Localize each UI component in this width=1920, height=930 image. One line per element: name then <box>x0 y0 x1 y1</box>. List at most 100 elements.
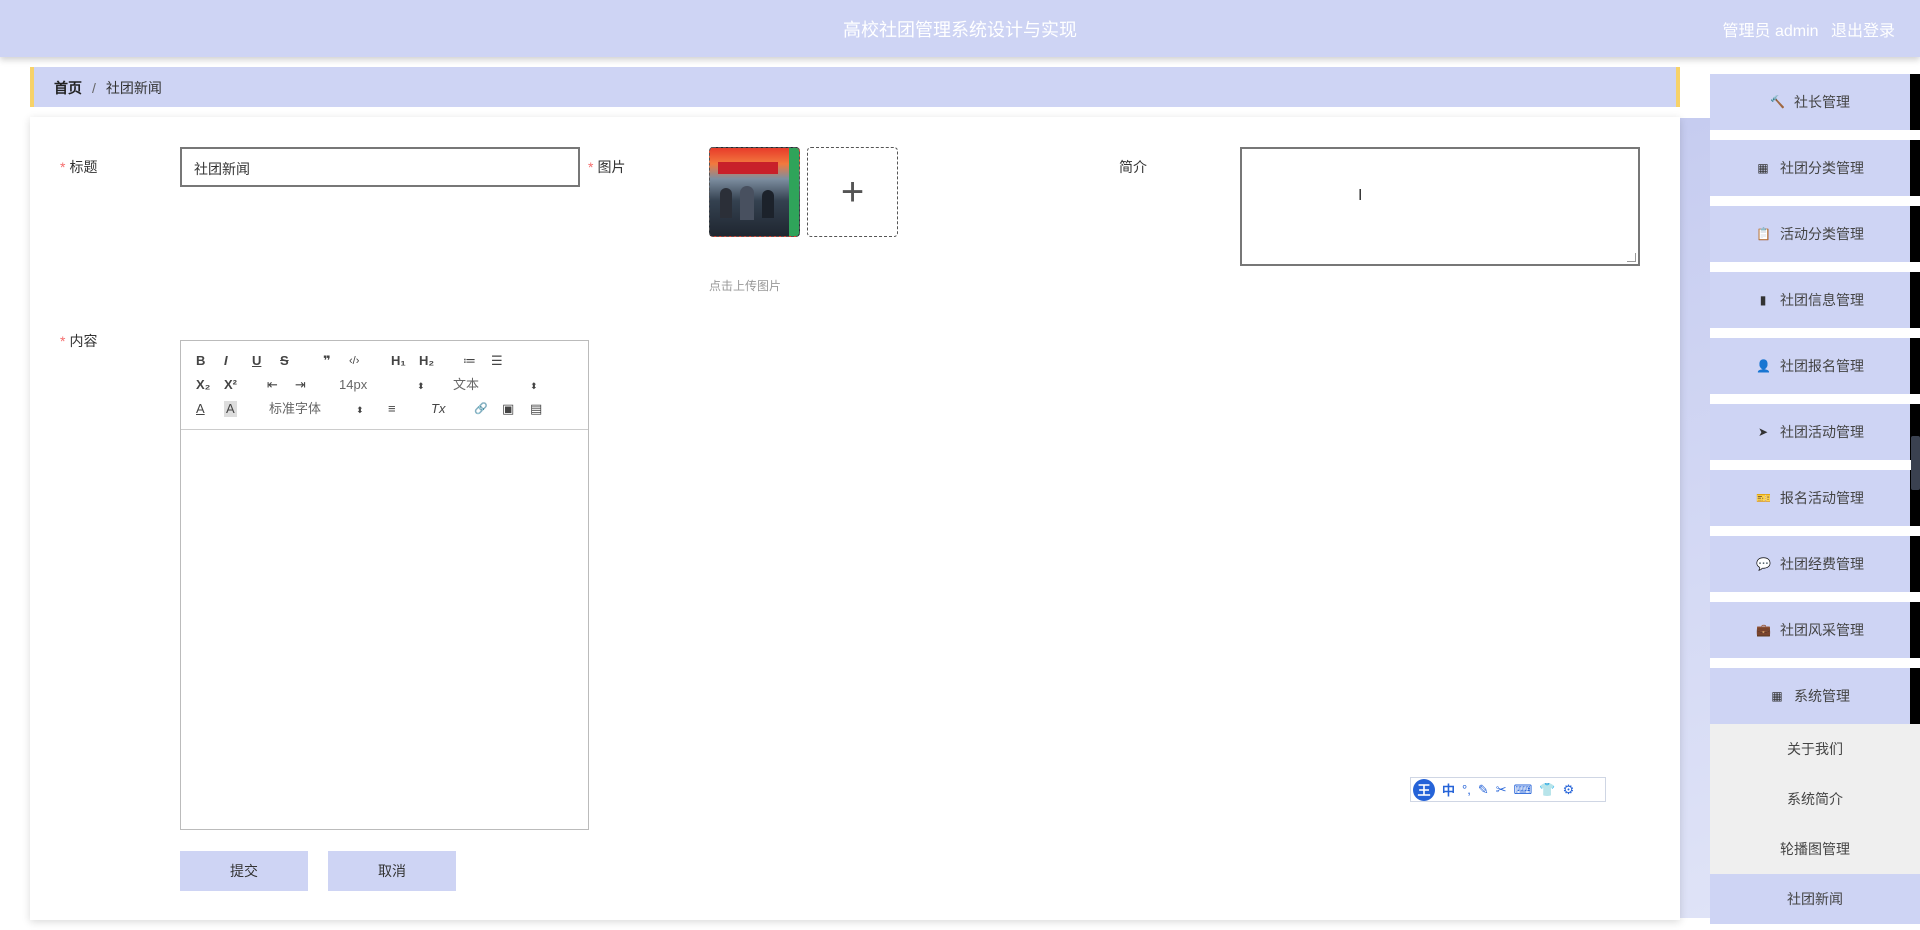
sidebar-item-label: 社团分类管理 <box>1780 160 1864 176</box>
comment-icon: 💬 <box>1756 557 1771 571</box>
sidebar-item-marker <box>1910 272 1920 328</box>
sidebar-item-label: 报名活动管理 <box>1780 490 1864 506</box>
content-label-text: 内容 <box>69 333 98 349</box>
photo-edge <box>789 148 799 236</box>
skin-icon[interactable]: 👕 <box>1539 782 1555 798</box>
text-cursor-icon: I <box>1358 187 1363 204</box>
top-header: 高校社团管理系统设计与实现 管理员 admin 退出登录 <box>0 0 1920 57</box>
briefcase-icon: 💼 <box>1756 623 1771 637</box>
sidebar-item-marker <box>1910 74 1920 130</box>
logout-link[interactable]: 退出登录 <box>1831 23 1895 40</box>
outdent-icon[interactable]: ⇤ <box>267 377 278 393</box>
required-mark: * <box>60 159 66 175</box>
sidebar-item-club-category[interactable]: ▦ 社团分类管理 <box>1710 140 1910 196</box>
editor-content-area[interactable] <box>181 430 588 828</box>
photo-person <box>720 188 732 218</box>
header1-icon[interactable]: H₁ <box>391 353 406 369</box>
sidebar-item-club-info[interactable]: ▮ 社团信息管理 <box>1710 272 1910 328</box>
blockquote-icon[interactable]: ❞ <box>323 353 331 369</box>
sidebar-item-activity-category[interactable]: 📋 活动分类管理 <box>1710 206 1910 262</box>
align-icon[interactable]: ≡ <box>388 401 396 417</box>
sidebar-item-president[interactable]: 🔨 社长管理 <box>1710 74 1910 130</box>
video-icon[interactable]: ▤ <box>530 401 542 417</box>
sidebar-item-label: 社团活动管理 <box>1780 424 1864 440</box>
header2-icon[interactable]: H₂ <box>419 353 434 369</box>
text-color-icon[interactable]: A <box>196 401 205 417</box>
required-mark: * <box>60 333 66 349</box>
uploaded-image-thumbnail[interactable] <box>709 147 800 237</box>
strike-icon[interactable]: S <box>280 353 289 369</box>
rich-text-editor: B I U S ❞ ‹/› H₁ H₂ ≔ ☰ X₂ X² ⇤ ⇥ 14px ⬍ … <box>180 340 589 830</box>
clear-format-icon[interactable]: Tx <box>431 401 445 417</box>
breadcrumb-current: 社团新闻 <box>105 80 162 96</box>
breadcrumb: 首页 / 社团新闻 <box>30 67 1680 107</box>
sidebar-item-club-funds[interactable]: 💬 社团经费管理 <box>1710 536 1910 592</box>
sidebar-item-club-signup[interactable]: 👤 社团报名管理 <box>1710 338 1910 394</box>
sidebar-item-system[interactable]: ▦ 系统管理 <box>1710 668 1910 724</box>
sidebar-item-label: 社长管理 <box>1794 94 1850 110</box>
upload-image-button[interactable]: + <box>807 147 898 237</box>
font-family-value: 标准字体 <box>269 401 322 416</box>
content-label: * 内容 <box>60 331 97 351</box>
resize-grip-icon[interactable] <box>1627 253 1636 262</box>
background-color-icon[interactable]: A <box>224 401 237 417</box>
keyboard-icon[interactable]: ⌨ <box>1514 782 1533 798</box>
scissors-icon[interactable]: ✂ <box>1496 782 1507 798</box>
gavel-icon: 🔨 <box>1770 95 1785 109</box>
scrollbar-handle[interactable] <box>1911 436 1920 490</box>
superscript-icon[interactable]: X² <box>224 377 237 393</box>
settings-icon[interactable]: ⚙ <box>1563 782 1575 798</box>
code-block-icon[interactable]: ‹/› <box>349 353 359 369</box>
font-size-select[interactable]: 14px ⬍ <box>339 377 425 393</box>
sidebar-item-label: 社团报名管理 <box>1780 358 1864 374</box>
image-icon[interactable]: ▣ <box>502 401 514 417</box>
intro-textarea[interactable]: I <box>1240 147 1640 266</box>
grid-icon: ▦ <box>1757 161 1769 175</box>
breadcrumb-home[interactable]: 首页 <box>54 80 82 96</box>
indent-icon[interactable]: ⇥ <box>295 377 306 393</box>
sidebar-item-marker <box>1910 668 1920 724</box>
sidebar-item-label: 活动分类管理 <box>1780 226 1864 242</box>
font-size-value: 14px <box>339 377 368 392</box>
ime-mode-icon[interactable]: 中 <box>1442 780 1455 799</box>
sidebar-subitem-news[interactable]: 社团新闻 <box>1710 874 1920 924</box>
punctuation-icon[interactable]: °, <box>1462 782 1471 797</box>
sidebar-item-club-activity[interactable]: ➤ 社团活动管理 <box>1710 404 1910 460</box>
ordered-list-icon[interactable]: ≔ <box>463 353 476 369</box>
sidebar-item-marker <box>1910 536 1920 592</box>
sidebar-subitem-about[interactable]: 关于我们 <box>1710 724 1920 774</box>
sidebar-item-marker <box>1910 602 1920 658</box>
sidebar-subitem-intro[interactable]: 系统简介 <box>1710 774 1920 824</box>
submit-button[interactable]: 提交 <box>180 851 308 891</box>
required-mark: * <box>588 159 594 175</box>
sidebar-item-club-style[interactable]: 💼 社团风采管理 <box>1710 602 1910 658</box>
sidebar-item-label: 社团信息管理 <box>1780 292 1864 308</box>
title-label-text: 标题 <box>69 159 98 175</box>
ime-logo-icon[interactable]: 王 <box>1413 778 1435 801</box>
header-value: 文本 <box>453 377 480 392</box>
italic-icon[interactable]: I <box>224 353 228 369</box>
pen-icon[interactable]: ✎ <box>1478 782 1489 798</box>
link-icon[interactable]: 🔗 <box>474 401 488 417</box>
editor-toolbar: B I U S ❞ ‹/› H₁ H₂ ≔ ☰ X₂ X² ⇤ ⇥ 14px ⬍ … <box>181 341 588 430</box>
bold-icon[interactable]: B <box>196 353 205 369</box>
font-family-select[interactable]: 标准字体 ⬍ <box>269 401 364 417</box>
breadcrumb-separator: / <box>92 80 96 96</box>
ticket-icon: 🎫 <box>1756 491 1771 505</box>
ime-toolbar: 王 中 °, ✎ ✂ ⌨ 👕 ⚙ <box>1410 777 1606 802</box>
header-select[interactable]: 文本 ⬍ <box>453 377 538 393</box>
underline-icon[interactable]: U <box>252 353 261 369</box>
sidebar-item-label: 社团经费管理 <box>1780 556 1864 572</box>
sidebar-subitem-carousel[interactable]: 轮播图管理 <box>1710 824 1920 874</box>
sidebar-item-label: 社团风采管理 <box>1780 622 1864 638</box>
subscript-icon[interactable]: X₂ <box>196 377 210 393</box>
select-arrow-icon: ⬍ <box>417 381 425 391</box>
sidebar-item-activity-signup[interactable]: 🎫 报名活动管理 <box>1710 470 1910 526</box>
cancel-button[interactable]: 取消 <box>328 851 456 891</box>
image-label-text: 图片 <box>597 159 626 175</box>
select-arrow-icon: ⬍ <box>356 405 364 415</box>
bullet-list-icon[interactable]: ☰ <box>491 353 503 369</box>
select-arrow-icon: ⬍ <box>530 381 538 391</box>
title-input[interactable]: 社团新闻 <box>180 147 580 187</box>
photo-person <box>740 186 754 220</box>
